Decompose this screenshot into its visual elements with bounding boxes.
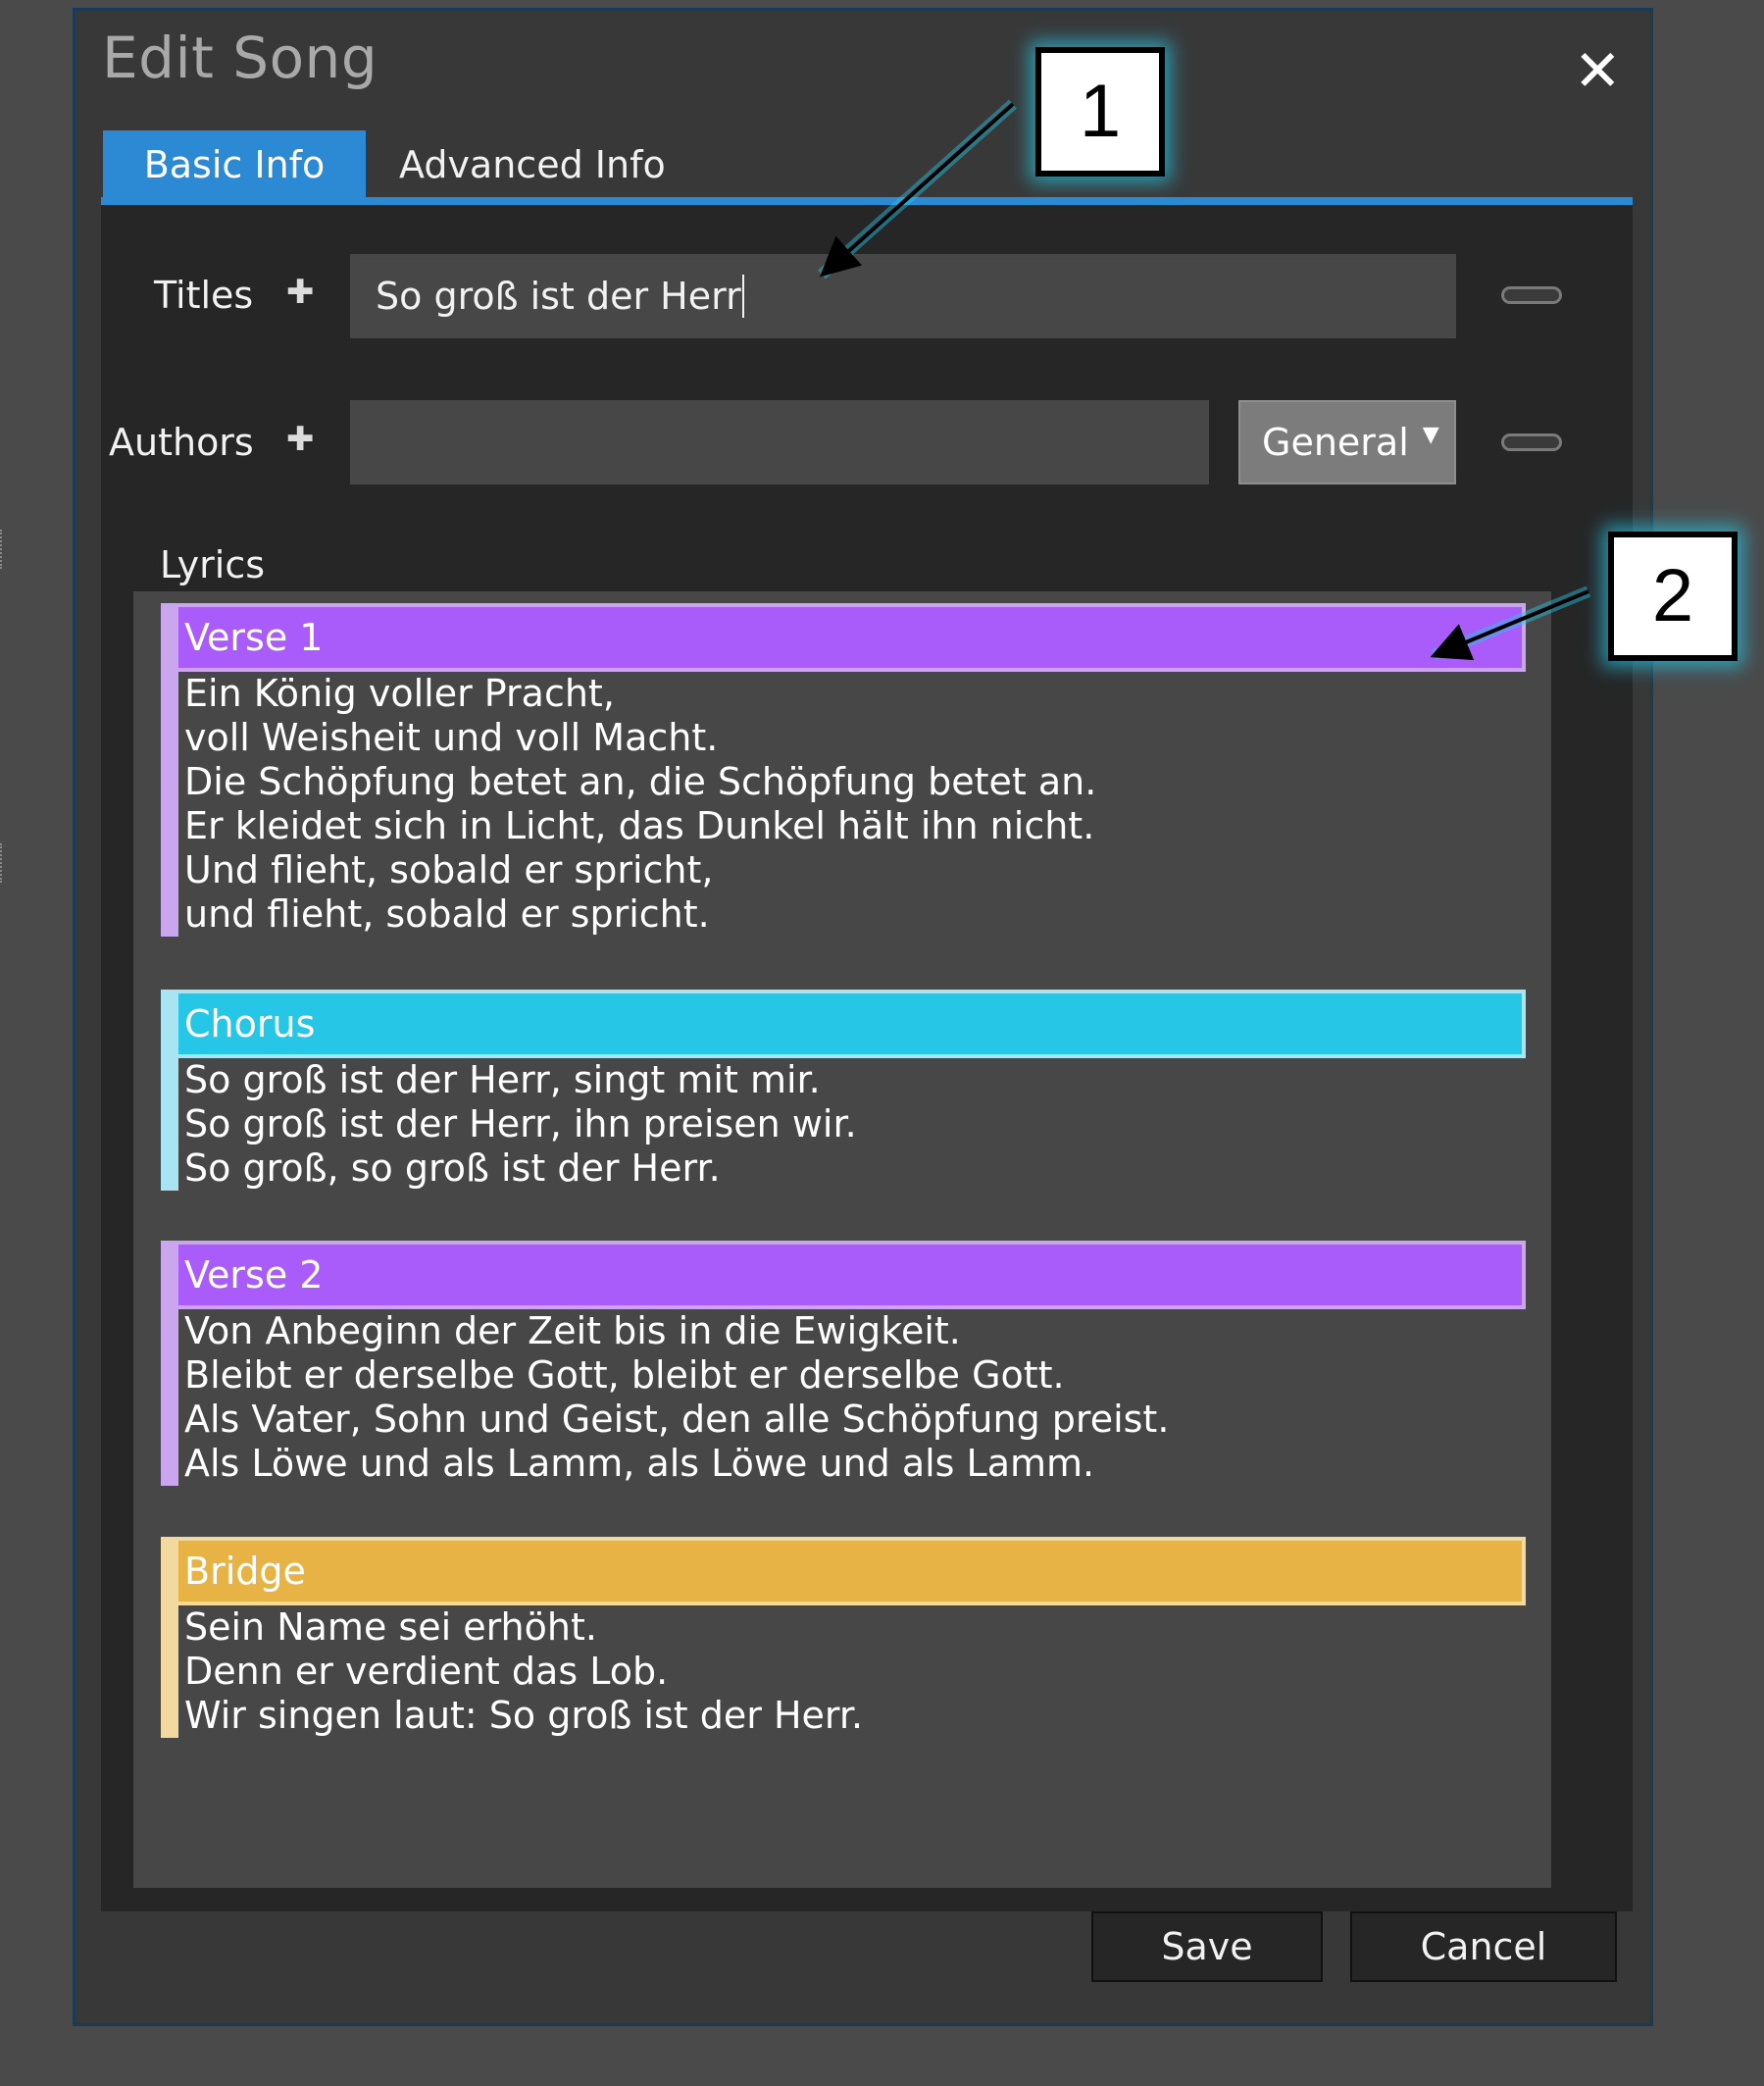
- titles-label: Titles: [154, 274, 254, 317]
- lyric-line: Die Schöpfung betet an, die Schöpfung be…: [184, 760, 1097, 803]
- lyric-line: Ein König voller Pracht,: [184, 672, 615, 715]
- tab-underline: [101, 197, 1633, 205]
- section-body: Von Anbeginn der Zeit bis in die Ewigkei…: [161, 1309, 1526, 1486]
- section-header: Verse 1: [161, 603, 1526, 672]
- lyric-line: So groß ist der Herr, ihn preisen wir.: [184, 1102, 857, 1145]
- section-bridge[interactable]: Bridge Sein Name sei erhöht. Denn er ver…: [161, 1537, 1526, 1738]
- section-header: Chorus: [161, 990, 1526, 1058]
- basic-info-panel: Titles ✚ So groß ist der Herr Authors ✚ …: [101, 205, 1633, 1911]
- author-type-value: General: [1262, 421, 1409, 464]
- dialog-title: Edit Song: [102, 25, 378, 91]
- lyrics-editor[interactable]: Verse 1 Ein König voller Pracht, voll We…: [133, 591, 1551, 1888]
- section-header: Bridge: [161, 1537, 1526, 1605]
- lyric-line: und flieht, sobald er spricht.: [184, 892, 710, 936]
- lyric-line: Bleibt er derselbe Gott, bleibt er derse…: [184, 1353, 1065, 1397]
- text-caret: [741, 275, 744, 318]
- callout-1: 1: [1035, 47, 1165, 177]
- author-type-select[interactable]: General ▼: [1238, 400, 1456, 484]
- cancel-button[interactable]: Cancel: [1350, 1911, 1617, 1982]
- section-verse-2[interactable]: Verse 2 Von Anbeginn der Zeit bis in die…: [161, 1241, 1526, 1486]
- remove-title-button[interactable]: [1501, 286, 1562, 304]
- titles-input-value: So groß ist der Herr: [376, 275, 741, 318]
- titles-input[interactable]: So groß ist der Herr: [350, 254, 1456, 338]
- lyric-line: Er kleidet sich in Licht, das Dunkel häl…: [184, 804, 1095, 847]
- lyric-line: Und flieht, sobald er spricht,: [184, 848, 714, 891]
- lyric-line: Denn er verdient das Lob.: [184, 1650, 669, 1693]
- section-chorus[interactable]: Chorus So groß ist der Herr, singt mit m…: [161, 990, 1526, 1191]
- authors-label: Authors: [109, 421, 254, 464]
- edit-song-dialog: Edit Song ✕ Basic Info Advanced Info Tit…: [73, 8, 1653, 2026]
- lyric-line: Als Löwe und als Lamm, als Löwe und als …: [184, 1442, 1095, 1485]
- lyric-line: So groß ist der Herr, singt mit mir.: [184, 1058, 821, 1101]
- lyric-line: So groß, so groß ist der Herr.: [184, 1146, 721, 1190]
- background-marker: [0, 843, 8, 883]
- lyric-line: Als Vater, Sohn und Geist, den alle Schö…: [184, 1398, 1170, 1441]
- save-button[interactable]: Save: [1091, 1911, 1323, 1982]
- remove-author-button[interactable]: [1501, 433, 1562, 451]
- section-body: So groß ist der Herr, singt mit mir. So …: [161, 1058, 1526, 1191]
- section-body: Ein König voller Pracht, voll Weisheit u…: [161, 672, 1526, 937]
- section-body: Sein Name sei erhöht. Denn er verdient d…: [161, 1605, 1526, 1738]
- lyric-line: voll Weisheit und voll Macht.: [184, 716, 719, 759]
- callout-2: 2: [1608, 532, 1738, 661]
- lyric-line: Wir singen laut: So groß ist der Herr.: [184, 1694, 864, 1737]
- section-header: Verse 2: [161, 1241, 1526, 1309]
- close-icon[interactable]: ✕: [1574, 42, 1622, 99]
- plus-icon[interactable]: ✚: [286, 420, 315, 459]
- lyric-line: Sein Name sei erhöht.: [184, 1605, 597, 1649]
- chevron-down-icon: ▼: [1422, 422, 1439, 447]
- tab-basic-info[interactable]: Basic Info: [103, 130, 366, 199]
- tab-advanced-info[interactable]: Advanced Info: [399, 130, 713, 199]
- plus-icon[interactable]: ✚: [286, 273, 315, 312]
- lyric-line: Von Anbeginn der Zeit bis in die Ewigkei…: [184, 1309, 961, 1352]
- lyrics-label: Lyrics: [160, 543, 266, 586]
- authors-input[interactable]: [350, 400, 1209, 484]
- background-marker: [0, 530, 8, 569]
- section-verse-1[interactable]: Verse 1 Ein König voller Pracht, voll We…: [161, 603, 1526, 937]
